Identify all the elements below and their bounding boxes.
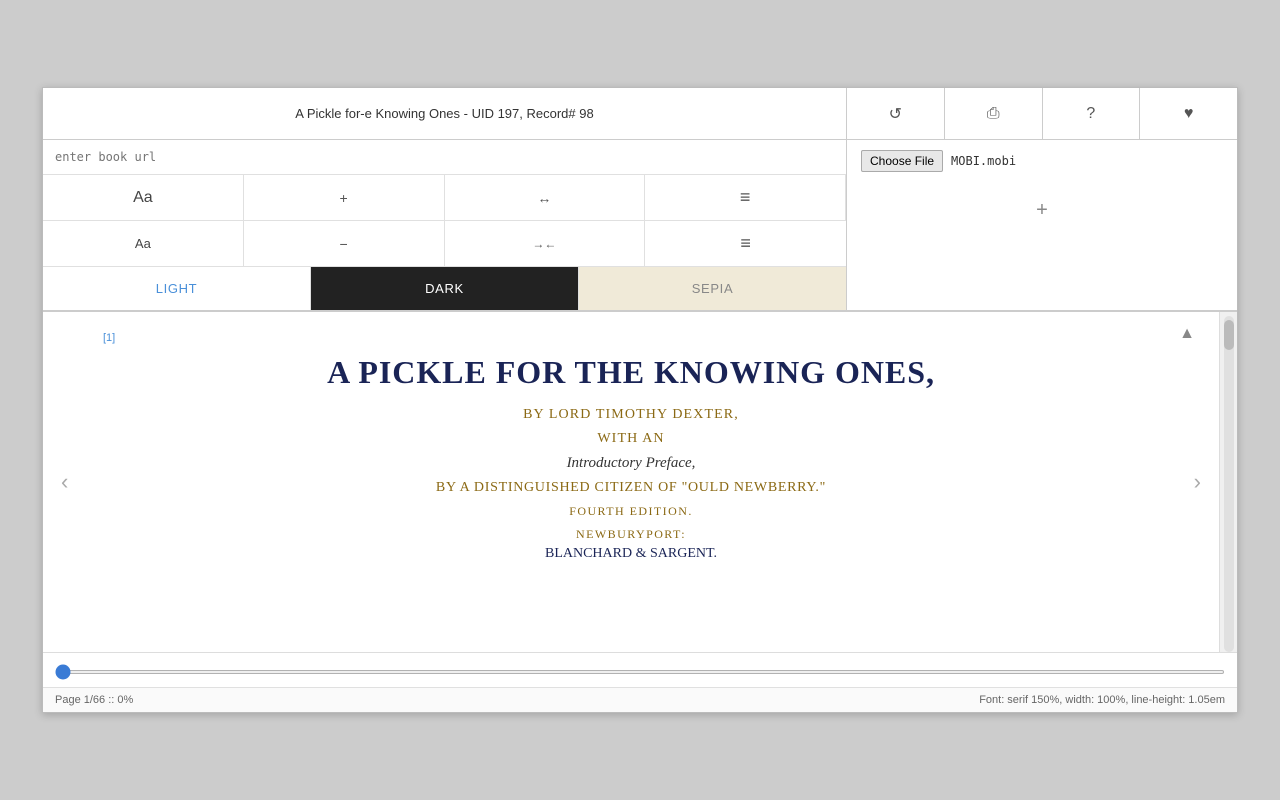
print-icon: ⎙ — [987, 105, 1000, 123]
file-name: MOBI.mobi — [951, 154, 1016, 168]
add-button[interactable]: + — [861, 180, 1223, 240]
progress-slider[interactable] — [55, 670, 1225, 674]
next-page-button[interactable]: › — [1184, 459, 1211, 505]
book-subtitle: BY LORD TIMOTHY DEXTER, — [103, 407, 1159, 423]
prev-page-button[interactable]: ‹ — [51, 459, 78, 505]
scrollbar-track[interactable] — [1224, 316, 1234, 652]
book-with-an: WITH AN — [103, 431, 1159, 447]
width-decrease-button[interactable]: →← — [445, 221, 646, 266]
toolbar-icons: ↺ ⎙ ? ♥ — [847, 88, 1237, 139]
help-icon: ? — [1086, 105, 1095, 123]
book-title-text: A Pickle for-e Knowing Ones - UID 197, R… — [295, 106, 593, 121]
theme-row: LIGHT DARK SEPIA — [43, 267, 846, 310]
book-main-title: A PICKLE FOR THE KNOWING ONES, — [103, 354, 1159, 391]
status-left: Page 1/66 :: 0% — [55, 694, 133, 706]
top-bar: A Pickle for-e Knowing Ones - UID 197, R… — [43, 88, 1237, 140]
url-input[interactable] — [55, 150, 834, 164]
book-publisher: BLANCHARD & SARGENT. — [103, 546, 1159, 562]
scrollbar-panel — [1219, 312, 1237, 652]
reader-container: [1] ▲ ‹ A PICKLE FOR THE KNOWING ONES, B… — [43, 311, 1237, 652]
theme-sepia-button[interactable]: SEPIA — [579, 267, 846, 310]
theme-dark-button[interactable]: DARK — [311, 267, 579, 310]
app-container: A Pickle for-e Knowing Ones - UID 197, R… — [42, 87, 1238, 713]
page-marker: [1] — [103, 332, 1159, 344]
font-decrease-button[interactable]: − — [244, 221, 445, 266]
book-citizen: BY A DISTINGUISHED CITIZEN OF "OULD NEWB… — [103, 480, 1159, 496]
refresh-icon: ↺ — [889, 104, 902, 124]
help-button[interactable]: ? — [1043, 88, 1141, 139]
reader-main: [1] ▲ ‹ A PICKLE FOR THE KNOWING ONES, B… — [43, 312, 1219, 652]
file-row: Choose File MOBI.mobi — [861, 150, 1223, 172]
progress-area — [43, 652, 1237, 687]
choose-file-button[interactable]: Choose File — [861, 150, 943, 172]
scrollbar-thumb[interactable] — [1224, 320, 1234, 350]
font-size-small-button[interactable]: Aa — [43, 221, 244, 266]
book-content: A PICKLE FOR THE KNOWING ONES, BY LORD T… — [103, 354, 1159, 562]
scroll-top-button[interactable]: ▲ — [1175, 322, 1199, 346]
status-right: Font: serif 150%, width: 100%, line-heig… — [979, 694, 1225, 706]
controls-area: Aa + ↔ ≡ Aa − →← — [43, 140, 1237, 311]
favorite-button[interactable]: ♥ — [1140, 88, 1237, 139]
book-city: NEWBURYPORT: — [103, 527, 1159, 542]
status-bar: Page 1/66 :: 0% Font: serif 150%, width:… — [43, 687, 1237, 712]
line-height-decrease-button[interactable]: ≡ — [645, 221, 846, 266]
book-edition: FOURTH EDITION. — [103, 504, 1159, 519]
refresh-button[interactable]: ↺ — [847, 88, 945, 139]
width-increase-button[interactable]: ↔ — [445, 175, 646, 221]
line-height-increase-button[interactable]: ≡ — [645, 175, 846, 221]
font-increase-button[interactable]: + — [244, 175, 445, 221]
theme-light-button[interactable]: LIGHT — [43, 267, 311, 310]
url-row — [43, 140, 846, 175]
left-controls: Aa + ↔ ≡ Aa − →← — [43, 140, 847, 310]
font-size-large-button[interactable]: Aa — [43, 175, 244, 221]
heart-icon: ♥ — [1184, 105, 1194, 123]
book-intro-preface: Introductory Preface, — [103, 455, 1159, 472]
right-panel: Choose File MOBI.mobi + — [847, 140, 1237, 310]
font-controls: Aa + ↔ ≡ Aa − →← — [43, 175, 846, 267]
print-button[interactable]: ⎙ — [945, 88, 1043, 139]
book-title-bar: A Pickle for-e Knowing Ones - UID 197, R… — [43, 88, 847, 139]
